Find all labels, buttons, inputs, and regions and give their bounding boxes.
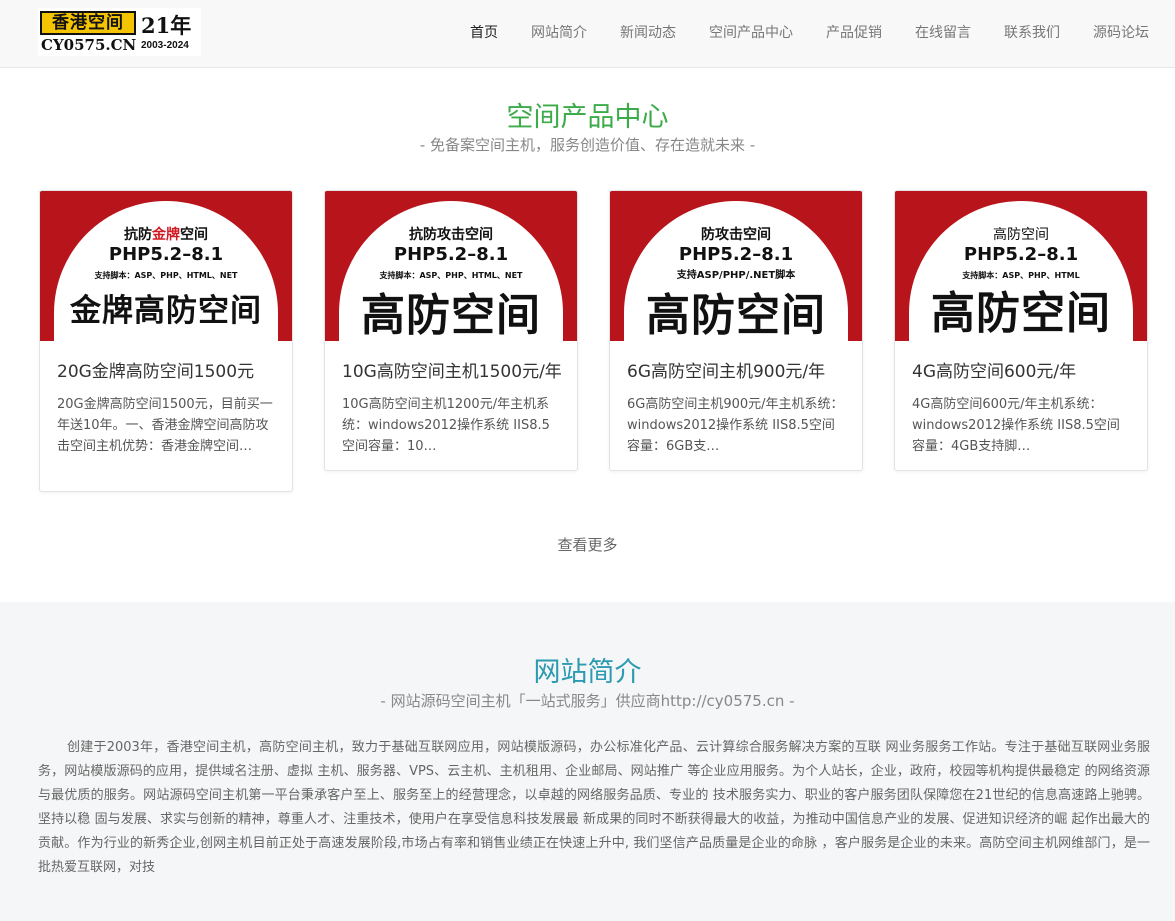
image-line4: 高防空间: [931, 288, 1111, 339]
card-title[interactable]: 6G高防空间主机900元/年: [627, 357, 845, 382]
card-title[interactable]: 20G金牌高防空间1500元: [57, 357, 275, 382]
image-line1-a: 高防空间: [993, 227, 1049, 243]
products-title: 空间产品中心: [506, 102, 669, 133]
nav-home[interactable]: 首页: [470, 22, 498, 42]
nav-message[interactable]: 在线留言: [915, 22, 971, 42]
nav-products[interactable]: 空间产品中心: [709, 22, 793, 42]
image-line1-a: 抗防: [124, 227, 152, 243]
product-card[interactable]: 防攻击空间 PHP5.2–8.1 支持ASP/PHP/.NET脚本 高防空间 6…: [609, 190, 863, 471]
products-subtitle: - 免备案空间主机，服务创造价值、存在造就未来 -: [419, 136, 756, 154]
image-line1: 抗防金牌空间: [40, 224, 292, 244]
card-description: 4G高防空间600元/年主机系统：windows2012操作系统 IIS8.5空…: [912, 397, 1120, 454]
product-image[interactable]: 高防空间 PHP5.2–8.1 支持脚本：ASP、PHP、HTML 高防空间: [895, 191, 1147, 341]
image-line3: 支持脚本：ASP、PHP、HTML、NET: [94, 271, 238, 280]
logo-name: 香港空间: [40, 11, 136, 35]
logo-years: 21年: [141, 13, 192, 38]
image-line1: 高防空间: [895, 224, 1147, 244]
product-card[interactable]: 抗防金牌空间 PHP5.2–8.1 支持脚本：ASP、PHP、HTML、NET …: [39, 190, 293, 492]
about-subtitle: - 网站源码空间主机「一站式服务」供应商http://cy0575.cn -: [380, 692, 795, 710]
product-image[interactable]: 抗防金牌空间 PHP5.2–8.1 支持脚本：ASP、PHP、HTML、NET …: [40, 191, 292, 341]
product-image[interactable]: 防攻击空间 PHP5.2–8.1 支持ASP/PHP/.NET脚本 高防空间: [610, 191, 862, 341]
card-title[interactable]: 10G高防空间主机1500元/年: [342, 357, 562, 382]
card-description: 20G金牌高防空间1500元，目前买一年送10年。一、香港金牌空间高防攻击空间主…: [57, 397, 273, 454]
image-line1-b: 空间: [180, 227, 208, 243]
image-line4: 高防空间: [361, 290, 541, 341]
image-line2: PHP5.2–8.1: [108, 244, 224, 265]
site-header: 香港空间 21年 CY0575.CN 2003-2024 首页 网站简介 新闻动…: [0, 0, 1175, 68]
site-logo[interactable]: 香港空间 21年 CY0575.CN 2003-2024: [38, 8, 201, 56]
nav-forum[interactable]: 源码论坛: [1093, 22, 1149, 42]
nav-about[interactable]: 网站简介: [531, 22, 587, 42]
about-title: 网站简介: [533, 657, 642, 688]
product-image[interactable]: 抗防攻击空间 PHP5.2–8.1 支持脚本：ASP、PHP、HTML、NET …: [325, 191, 577, 341]
logo-year-range: 2003-2024: [141, 40, 189, 51]
product-card[interactable]: 抗防攻击空间 PHP5.2–8.1 支持脚本：ASP、PHP、HTML、NET …: [324, 190, 578, 471]
view-more-link[interactable]: 查看更多: [0, 534, 1175, 555]
nav-contact[interactable]: 联系我们: [1004, 22, 1060, 42]
card-description: 10G高防空间主机1200元/年主机系统：windows2012操作系统 IIS…: [342, 397, 550, 454]
card-body: 6G高防空间主机900元/年 6G高防空间主机900元/年主机系统：window…: [610, 341, 862, 470]
card-description: 6G高防空间主机900元/年主机系统：windows2012操作系统 IIS8.…: [627, 397, 844, 454]
product-card[interactable]: 高防空间 PHP5.2–8.1 支持脚本：ASP、PHP、HTML 高防空间 4…: [894, 190, 1148, 471]
card-title[interactable]: 4G高防空间600元/年: [912, 357, 1130, 382]
image-line4: 高防空间: [646, 290, 826, 341]
image-line2: PHP5.2–8.1: [963, 244, 1079, 265]
main-nav: 首页 网站简介 新闻动态 空间产品中心 产品促销 在线留言 联系我们 源码论坛: [437, 0, 1149, 64]
about-section: 网站简介 - 网站源码空间主机「一站式服务」供应商http://cy0575.c…: [0, 602, 1175, 921]
card-body: 10G高防空间主机1500元/年 10G高防空间主机1200元/年主机系统：wi…: [325, 341, 577, 470]
nav-promotions[interactable]: 产品促销: [826, 22, 882, 42]
image-line4: 金牌高防空间: [70, 293, 262, 329]
nav-news[interactable]: 新闻动态: [620, 22, 676, 42]
products-section: 空间产品中心 - 免备案空间主机，服务创造价值、存在造就未来 - 抗防金牌空间 …: [0, 69, 1175, 602]
image-line1-a: 防攻击空间: [701, 227, 771, 243]
image-line2: PHP5.2–8.1: [678, 244, 794, 265]
image-line1: 防攻击空间: [610, 224, 862, 244]
logo-domain: CY0575.CN: [41, 36, 137, 54]
card-body: 4G高防空间600元/年 4G高防空间600元/年主机系统：windows201…: [895, 341, 1147, 470]
card-body: 20G金牌高防空间1500元 20G金牌高防空间1500元，目前买一年送10年。…: [40, 341, 292, 491]
image-line1-highlight: 金牌: [152, 227, 180, 243]
about-text: 创建于2003年，香港空间主机，高防空间主机，致力于基础互联网应用，网站模版源码…: [38, 740, 1150, 875]
image-line1-a: 抗防攻击空间: [409, 227, 493, 243]
image-line2: PHP5.2–8.1: [393, 244, 509, 265]
image-line1: 抗防攻击空间: [325, 224, 577, 244]
